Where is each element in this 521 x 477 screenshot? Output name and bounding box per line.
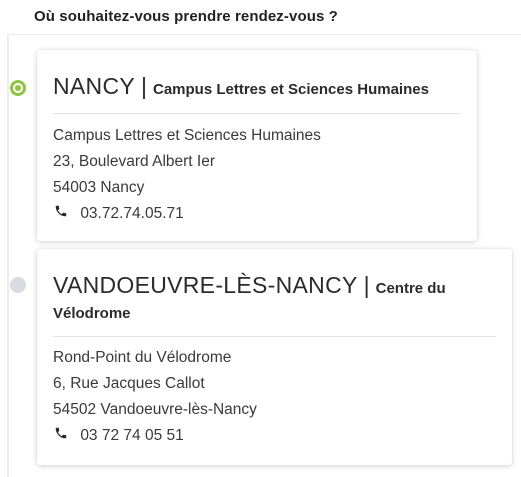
phone-icon [54, 204, 68, 218]
card-title: VANDOEUVRE-LÈS-NANCY | Centre du Vélodrome [53, 269, 496, 326]
address-line-1: Rond-Point du Vélodrome [53, 349, 232, 366]
campus-name: Campus Lettres et Sciences Humaines [153, 81, 429, 98]
title-separator: | [141, 73, 147, 99]
address-line-3: 54502 Vandoeuvre-lès-Nancy [53, 401, 257, 418]
location-card-nancy[interactable]: NANCY | Campus Lettres et Sciences Humaine… [37, 50, 477, 241]
card-title: NANCY | Campus Lettres et Sciences Humaine… [53, 70, 461, 103]
timeline-line [7, 34, 9, 477]
address-line-3: 54003 Nancy [53, 179, 145, 196]
address-block: Campus Lettres et Sciences Humaines 23, … [53, 123, 461, 227]
phone-row: 03 72 74 05 51 [53, 423, 496, 449]
address-block: Rond-Point du Vélodrome 6, Rue Jacques C… [53, 345, 496, 449]
phone-number[interactable]: 03.72.74.05.71 [80, 205, 183, 222]
question-heading: Où souhaitez-vous prendre rendez-vous ? [34, 8, 338, 25]
phone-number[interactable]: 03 72 74 05 51 [80, 427, 183, 444]
header-divider [10, 34, 521, 35]
title-separator: | [363, 272, 370, 298]
phone-icon [54, 426, 68, 440]
address-line-2: 23, Boulevard Albert Ier [53, 153, 215, 170]
phone-row: 03.72.74.05.71 [53, 201, 461, 227]
location-radio-vandoeuvre[interactable] [10, 277, 26, 293]
location-radio-nancy[interactable] [10, 80, 26, 96]
address-line-1: Campus Lettres et Sciences Humaines [53, 127, 321, 144]
location-card-vandoeuvre[interactable]: VANDOEUVRE-LÈS-NANCY | Centre du Vélodrome… [37, 249, 512, 465]
address-line-2: 6, Rue Jacques Callot [53, 375, 205, 392]
appointment-location-page: Où souhaitez-vous prendre rendez-vous ? … [0, 0, 521, 477]
city-name: NANCY [53, 73, 136, 99]
card-divider [53, 336, 496, 337]
city-name: VANDOEUVRE-LÈS-NANCY [53, 272, 358, 298]
card-divider [53, 113, 461, 114]
